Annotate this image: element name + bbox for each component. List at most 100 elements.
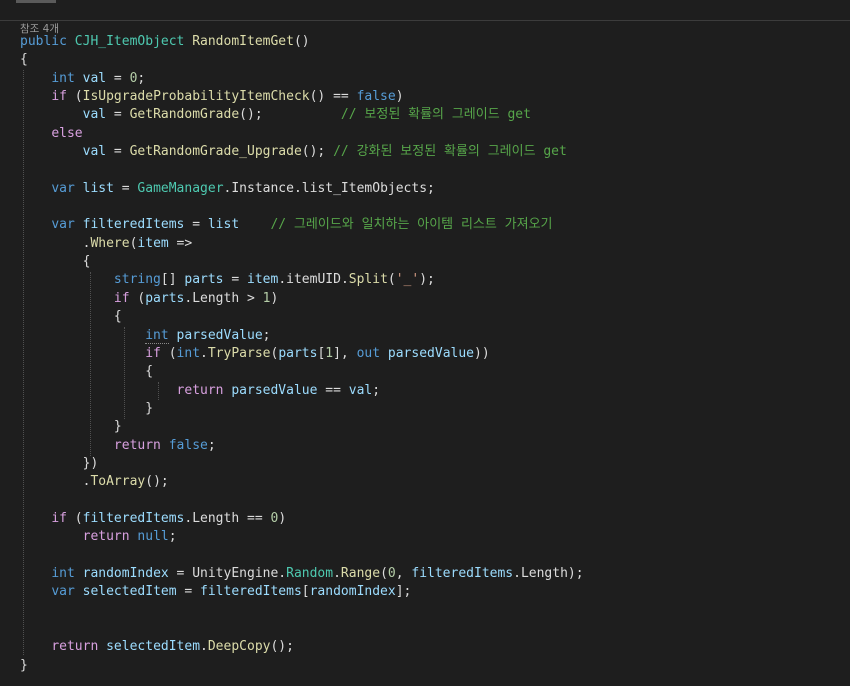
code-line[interactable]: } [20, 418, 584, 436]
code-line[interactable]: return parsedValue == val; [20, 382, 584, 400]
code-token: ], [333, 345, 357, 361]
code-token: if [145, 345, 161, 361]
code-token: false [356, 89, 396, 105]
code-token: ); [419, 272, 435, 288]
editor-tab-stub[interactable] [16, 0, 56, 3]
code-token: val [82, 70, 107, 86]
code-line[interactable]: { [20, 363, 584, 381]
code-line[interactable] [20, 492, 584, 510]
code-token: . [200, 345, 208, 361]
code-token: parts [145, 290, 185, 306]
code-line[interactable] [20, 161, 584, 179]
code-line[interactable]: } [20, 400, 584, 418]
code-token: = [106, 107, 130, 123]
code-line[interactable]: string[] parts = item.itemUID.Split('_')… [20, 271, 584, 289]
code-line[interactable]: var filteredItems = list // 그레이드와 일치하는 아… [20, 216, 584, 234]
code-line[interactable]: val = GetRandomGrade_Upgrade(); // 강화된 보… [20, 143, 584, 161]
code-line[interactable]: var selectedItem = filteredItems[randomI… [20, 583, 584, 601]
code-line[interactable]: { [20, 253, 584, 271]
code-line[interactable]: if (filteredItems.Length == 0) [20, 510, 584, 528]
code-token: DeepCopy [207, 639, 271, 655]
code-token: filteredItems [82, 510, 185, 526]
code-token: ( [66, 510, 83, 526]
code-line[interactable]: int randomIndex = UnityEngine.Random.Ran… [20, 565, 583, 583]
code-line[interactable]: return selectedItem.DeepCopy(); [20, 638, 584, 656]
code-line[interactable]: .Where(item => [20, 235, 584, 253]
code-token: ; [372, 382, 381, 398]
code-token: return [176, 382, 224, 398]
code-line[interactable] [20, 602, 584, 620]
code-token: { [20, 364, 154, 380]
code-line[interactable] [20, 620, 584, 638]
code-token: if [113, 290, 130, 306]
code-token: filteredItems [82, 217, 185, 233]
code-token: itemUID [286, 272, 341, 288]
code-token: . [278, 565, 287, 581]
code-token: ( [66, 89, 83, 105]
code-token: public [20, 34, 67, 49]
code-line[interactable]: return false; [20, 437, 584, 455]
code-token: UnityEngine [192, 565, 279, 581]
code-line[interactable] [20, 547, 584, 565]
code-token: . [513, 565, 521, 581]
code-token: if [51, 510, 67, 526]
code-token: list [207, 217, 240, 233]
code-line[interactable] [20, 198, 584, 216]
code-token: } [20, 400, 154, 416]
code-line[interactable]: } [20, 657, 584, 675]
code-line[interactable]: { [20, 51, 584, 69]
code-token: = [223, 272, 247, 288]
code-token: parsedValue [387, 345, 474, 361]
code-token: string [113, 272, 161, 288]
code-line[interactable]: int val = 0; [20, 70, 584, 88]
code-token: parsedValue [176, 327, 263, 343]
code-line[interactable]: int parsedValue; [20, 327, 584, 345]
code-token: ; [168, 529, 177, 545]
code-line[interactable]: if (IsUpgradeProbabilityItemCheck() == f… [20, 88, 584, 106]
code-line[interactable]: return null; [20, 528, 584, 546]
code-token: CJH_ItemObject [74, 34, 185, 49]
code-line[interactable]: if (int.TryParse(parts[1], out parsedVal… [20, 345, 584, 363]
code-token: ) [278, 510, 287, 526]
code-line[interactable]: val = GetRandomGrade(); // 보정된 확률의 그레이드 … [20, 106, 584, 124]
code-token: ( [380, 565, 388, 581]
code-token: , [395, 565, 412, 581]
code-token: ]; [395, 584, 412, 600]
code-line[interactable]: var list = GameManager.Instance.list_Ite… [20, 180, 584, 198]
code-token: = [106, 70, 130, 86]
code-token: Length == [192, 510, 271, 526]
code-area[interactable]: public CJH_ItemObject RandomItemGet(){ i… [20, 33, 584, 675]
code-line[interactable]: .ToArray(); [20, 473, 584, 491]
code-token: )) [474, 345, 490, 361]
code-token: list_ItemObjects; [301, 180, 435, 196]
code-token: selectedItem [106, 639, 201, 655]
code-token: RandomItemGet [192, 34, 294, 49]
code-token: . [340, 272, 349, 288]
code-line[interactable]: }) [20, 455, 584, 473]
code-token: ; [207, 437, 216, 453]
code-line[interactable]: public CJH_ItemObject RandomItemGet() [20, 33, 584, 51]
code-token: = [113, 180, 138, 196]
code-line[interactable]: if (parts.Length > 1) [20, 290, 584, 308]
code-token: selectedItem [82, 584, 177, 600]
code-token: GetRandomGrade [129, 107, 240, 123]
code-token: = [106, 144, 130, 160]
code-editor[interactable]: 참조 4개 public CJH_ItemObject RandomItemGe… [0, 0, 850, 686]
code-line[interactable]: { [20, 308, 584, 326]
code-token: ; [262, 327, 271, 343]
code-line[interactable]: else [20, 125, 584, 143]
code-token: filteredItems [411, 565, 514, 581]
